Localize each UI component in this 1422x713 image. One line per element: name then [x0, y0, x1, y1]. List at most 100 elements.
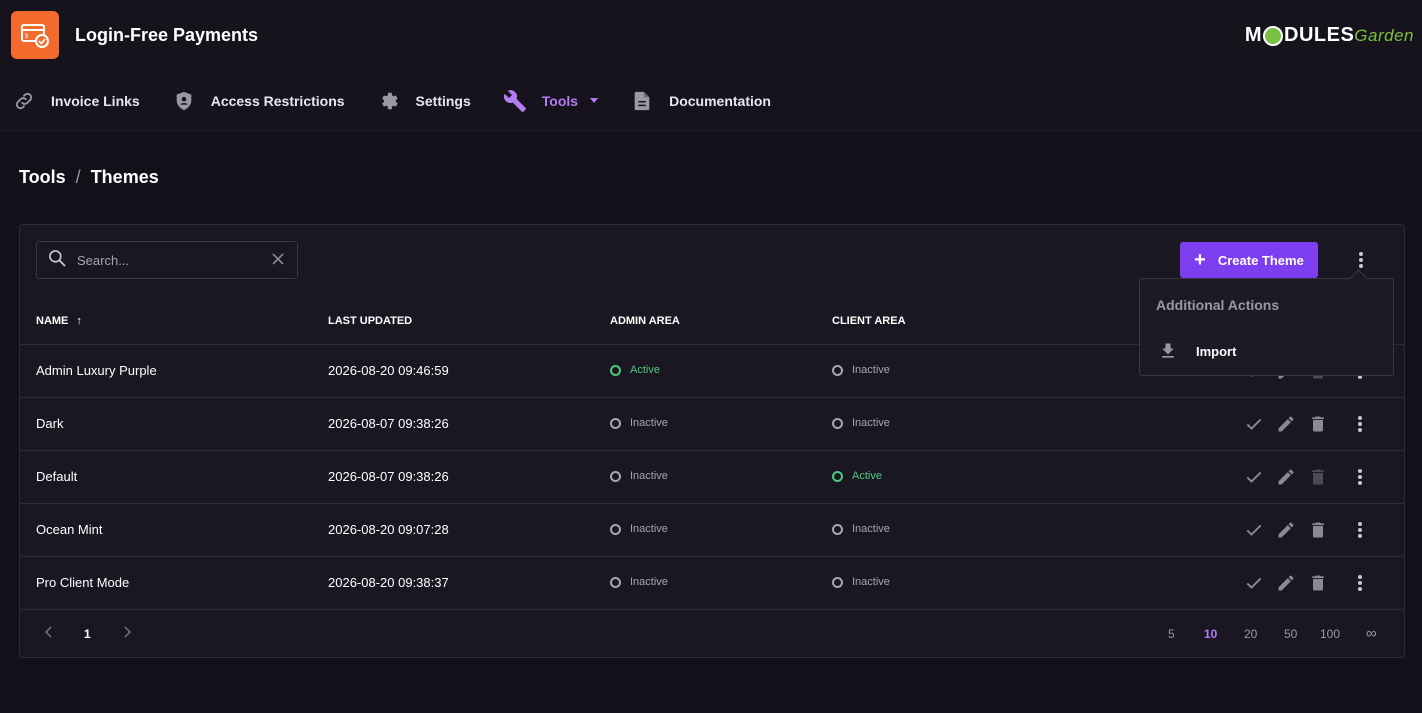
row-more-button[interactable]	[1350, 465, 1370, 489]
app-logo-icon: $	[11, 11, 59, 59]
edit-pencil-icon[interactable]	[1274, 518, 1298, 542]
page-size-10[interactable]: 10	[1204, 627, 1217, 641]
nav-access-restrictions[interactable]: Access Restrictions	[172, 70, 345, 132]
last-updated: 2026-08-07 09:38:26	[328, 416, 449, 431]
status-circle-icon	[832, 417, 843, 429]
sort-ascending-icon: ↑	[76, 315, 82, 327]
status-circle-icon	[832, 470, 843, 482]
column-header-admin-area[interactable]: ADMIN AREA	[610, 315, 680, 327]
clear-icon[interactable]	[271, 252, 285, 271]
client-area-status-badge: Inactive	[832, 523, 890, 535]
row-more-button[interactable]	[1350, 412, 1370, 436]
activate-check-icon[interactable]	[1242, 518, 1266, 542]
table-row[interactable]: Ocean Mint 2026-08-20 09:07:28 Inactive …	[20, 504, 1404, 557]
search-input[interactable]	[77, 252, 257, 268]
last-updated: 2026-08-20 09:07:28	[328, 522, 449, 537]
download-icon	[1156, 339, 1180, 363]
edit-pencil-icon[interactable]	[1274, 412, 1298, 436]
client-area-status-badge: Inactive	[832, 576, 890, 588]
row-actions	[1242, 571, 1370, 595]
status-circle-icon	[610, 470, 621, 482]
delete-trash-icon[interactable]	[1306, 465, 1330, 489]
more-actions-button[interactable]	[1351, 248, 1371, 272]
breadcrumb: Tools / Themes	[19, 167, 159, 188]
menu-item-import[interactable]: Import	[1156, 339, 1236, 363]
admin-area-status-badge: Inactive	[610, 470, 668, 482]
table-footer: 1 5 10 20 50 100 ∞	[20, 615, 1404, 655]
link-icon	[12, 89, 36, 113]
row-more-button[interactable]	[1350, 571, 1370, 595]
row-actions	[1242, 412, 1370, 436]
row-actions	[1242, 465, 1370, 489]
nav-settings[interactable]: Settings	[377, 70, 471, 132]
theme-name: Ocean Mint	[36, 522, 103, 537]
status-circle-icon	[610, 576, 621, 588]
nav-invoice-links[interactable]: Invoice Links	[12, 70, 140, 132]
delete-trash-icon[interactable]	[1306, 518, 1330, 542]
page-size-50[interactable]: 50	[1284, 627, 1297, 641]
activate-check-icon[interactable]	[1242, 571, 1266, 595]
plus-icon: +	[1194, 249, 1206, 271]
breadcrumb-parent[interactable]: Tools	[19, 167, 66, 188]
breadcrumb-separator: /	[75, 167, 81, 187]
edit-pencil-icon[interactable]	[1274, 465, 1298, 489]
status-circle-icon	[610, 364, 621, 376]
table-row[interactable]: Dark 2026-08-07 09:38:26 Inactive Inacti…	[20, 398, 1404, 451]
wrench-icon	[503, 89, 527, 113]
page-number[interactable]: 1	[84, 627, 91, 641]
page-size-20[interactable]: 20	[1244, 627, 1257, 641]
additional-actions-menu: Additional Actions Import	[1139, 278, 1394, 376]
theme-name: Pro Client Mode	[36, 575, 130, 590]
row-actions	[1242, 518, 1370, 542]
status-circle-icon	[832, 523, 843, 535]
theme-name: Dark	[36, 416, 64, 431]
gear-icon	[377, 89, 401, 113]
nav-tools[interactable]: Tools	[503, 70, 599, 132]
admin-area-status-badge: Inactive	[610, 576, 668, 588]
top-bar: $ Login-Free Payments M DULES Garden	[0, 0, 1422, 70]
create-theme-button[interactable]: + Create Theme	[1180, 242, 1318, 278]
admin-area-status-badge: Inactive	[610, 523, 668, 535]
modulesgarden-logo: M DULES Garden	[1244, 24, 1414, 46]
client-area-status-badge: Inactive	[832, 417, 890, 429]
theme-name: Default	[36, 469, 78, 484]
chevron-down-icon	[590, 98, 599, 103]
page-size-5[interactable]: 5	[1168, 627, 1175, 641]
search-box	[36, 241, 298, 279]
activate-check-icon[interactable]	[1242, 412, 1266, 436]
shield-user-icon	[172, 89, 196, 113]
client-area-status-badge: Active	[832, 470, 882, 482]
breadcrumb-current: Themes	[90, 167, 159, 187]
last-updated: 2026-08-07 09:38:26	[328, 469, 449, 484]
page-size-all[interactable]: ∞	[1366, 625, 1377, 642]
search-icon	[47, 248, 67, 273]
column-header-last-updated[interactable]: LAST UPDATED	[328, 315, 412, 327]
menu-title: Additional Actions	[1156, 297, 1280, 313]
status-circle-icon	[832, 364, 843, 376]
row-more-button[interactable]	[1350, 518, 1370, 542]
activate-check-icon[interactable]	[1242, 465, 1266, 489]
status-circle-icon	[610, 523, 621, 535]
last-updated: 2026-08-20 09:46:59	[328, 363, 449, 378]
edit-pencil-icon[interactable]	[1274, 571, 1298, 595]
column-header-name[interactable]: NAME ↑	[36, 315, 82, 327]
client-area-status-badge: Inactive	[832, 364, 890, 376]
page-size-100[interactable]: 100	[1320, 627, 1340, 641]
status-circle-icon	[832, 576, 843, 588]
admin-area-status-badge: Inactive	[610, 417, 668, 429]
delete-trash-icon[interactable]	[1306, 571, 1330, 595]
app-title: Login-Free Payments	[75, 25, 259, 45]
main-nav: Invoice Links Access Restrictions Settin…	[0, 70, 1422, 132]
svg-text:$: $	[25, 34, 29, 40]
globe-icon	[1263, 25, 1283, 46]
delete-trash-icon[interactable]	[1306, 412, 1330, 436]
admin-area-status-badge: Active	[610, 364, 660, 376]
table-row[interactable]: Default 2026-08-07 09:38:26 Inactive Act…	[20, 451, 1404, 504]
status-circle-icon	[610, 417, 621, 429]
document-icon	[630, 89, 654, 113]
nav-documentation[interactable]: Documentation	[630, 70, 771, 132]
column-header-client-area[interactable]: CLIENT AREA	[832, 315, 906, 327]
table-row[interactable]: Pro Client Mode 2026-08-20 09:38:37 Inac…	[20, 557, 1404, 610]
next-page-icon[interactable]	[120, 625, 134, 644]
prev-page-icon[interactable]	[42, 625, 56, 644]
